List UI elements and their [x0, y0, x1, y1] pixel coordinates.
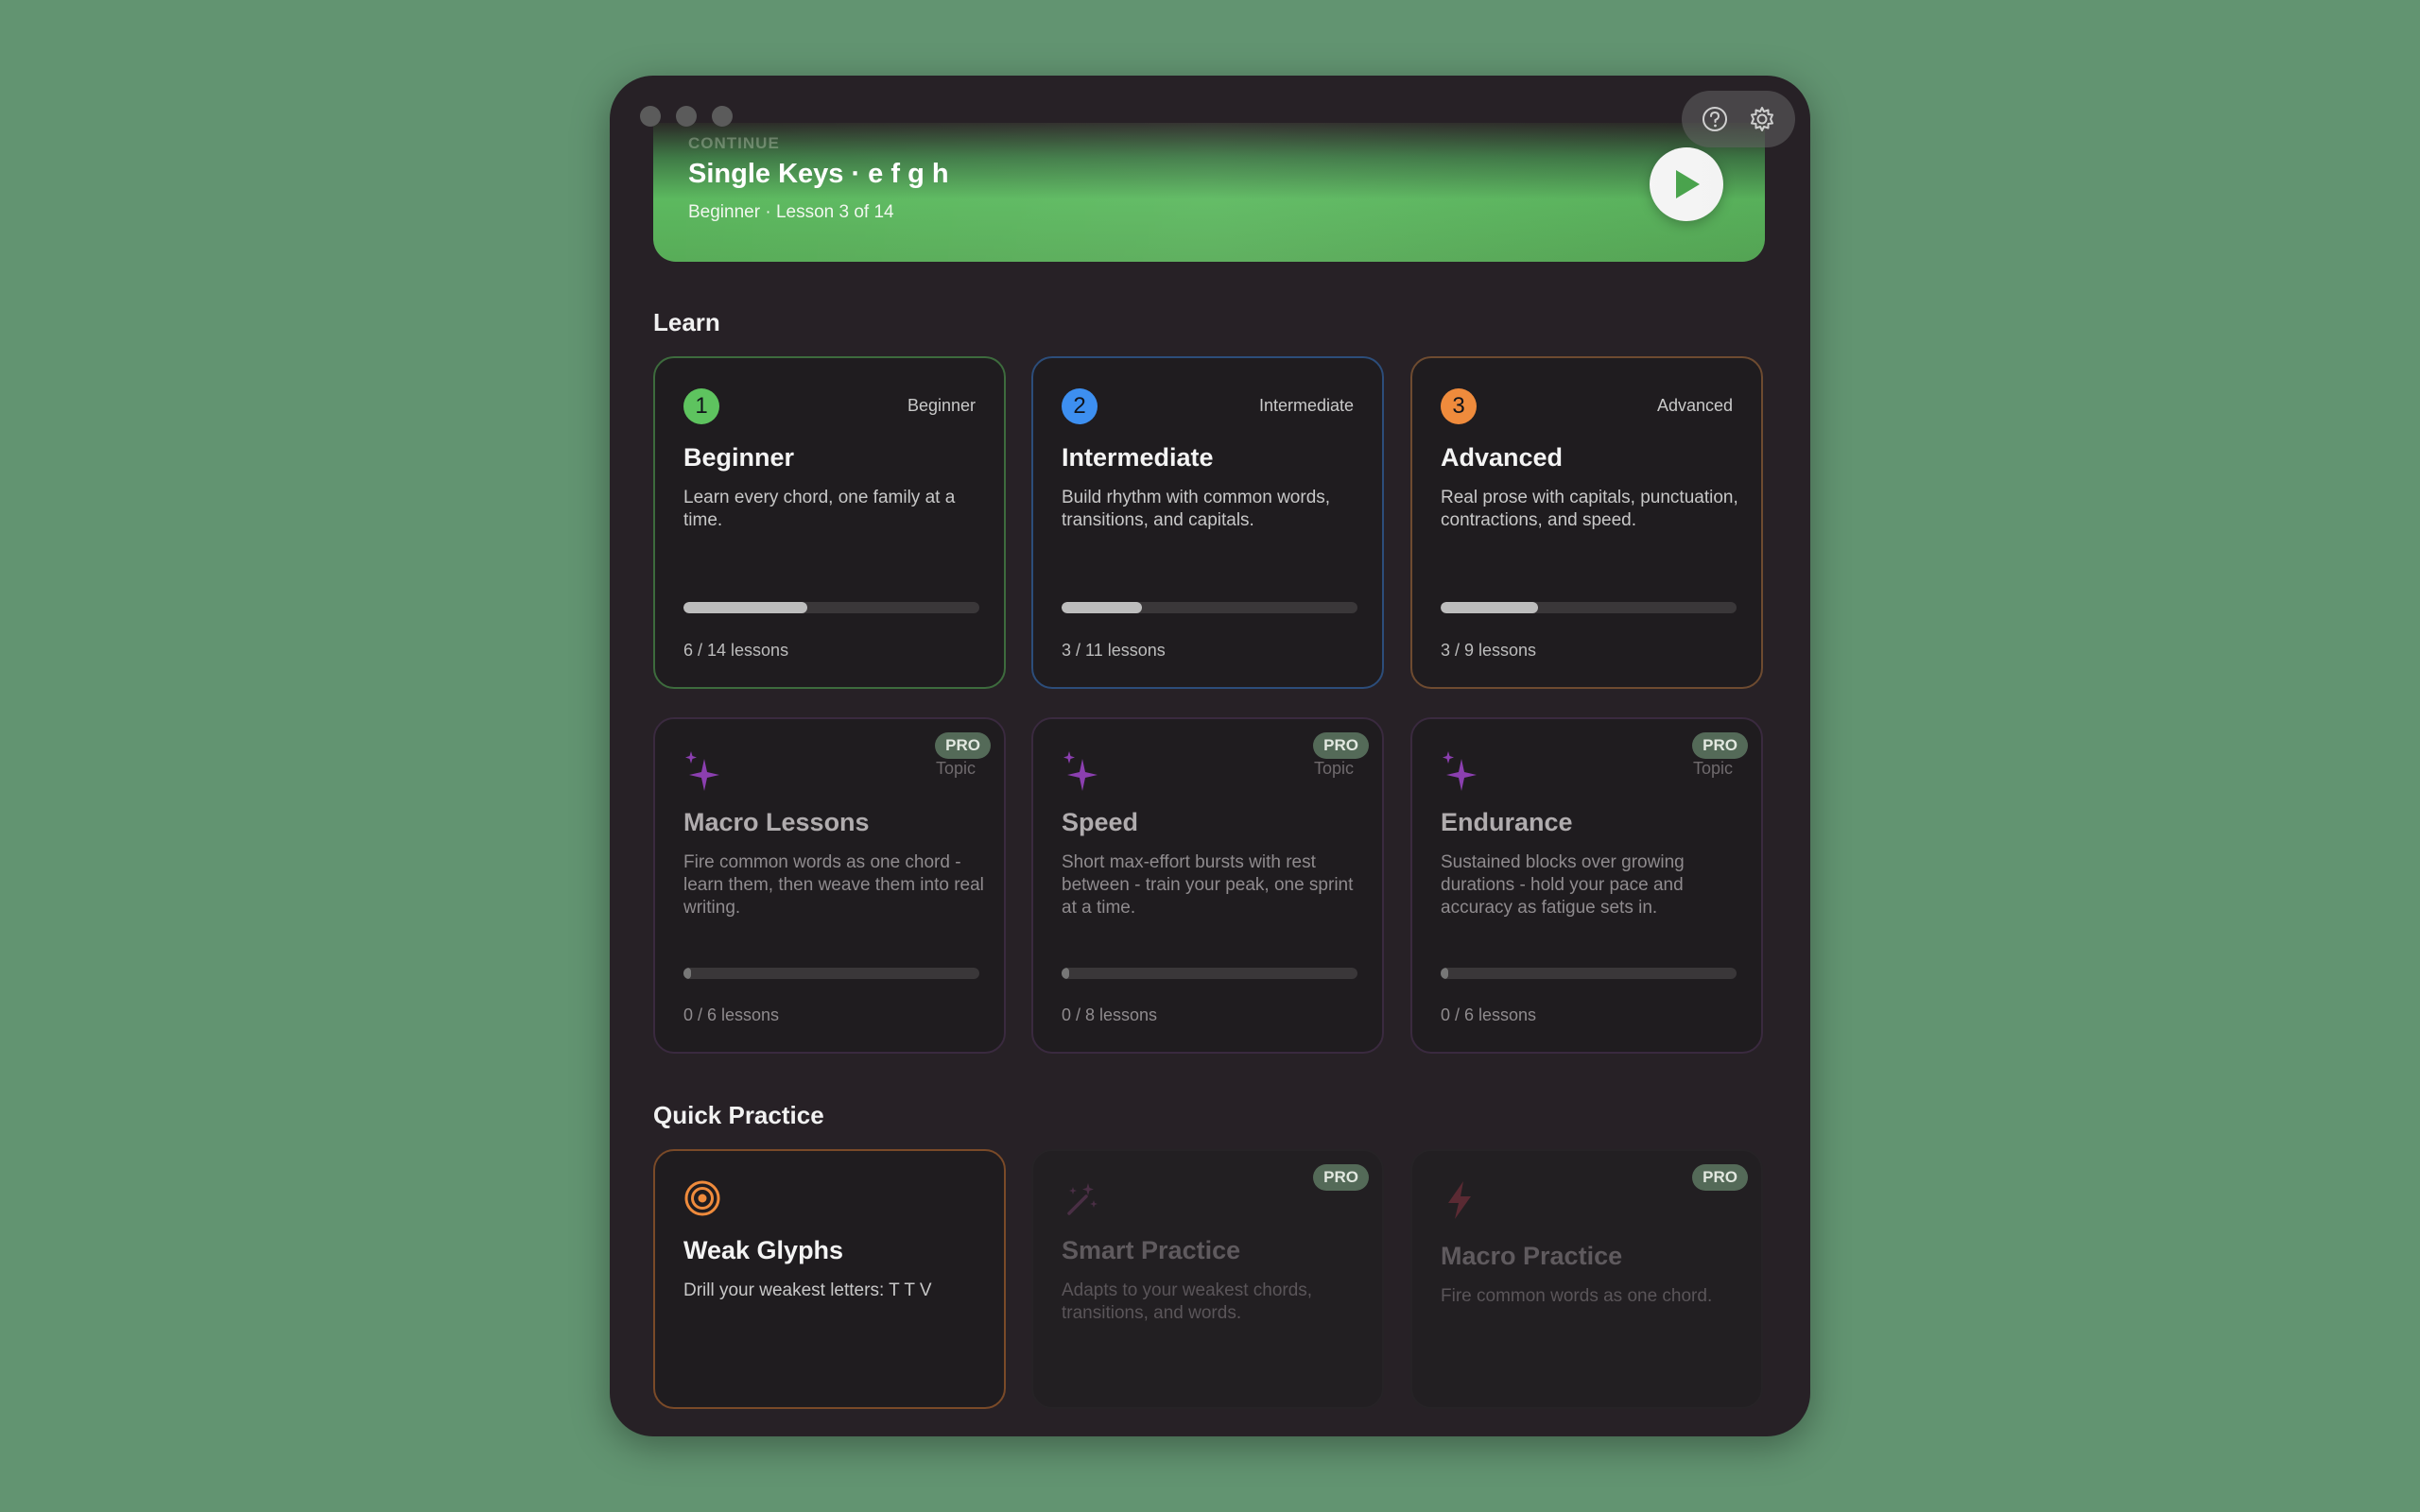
quick-practice-heading: Quick Practice	[653, 1101, 824, 1129]
continue-banner[interactable]: CONTINUE Single Keys · e f g h Beginner …	[653, 123, 1765, 262]
topic-tag: Topic	[1313, 759, 1354, 778]
sparkle-icon	[1441, 749, 1478, 791]
lesson-count: 0 / 6 lessons	[1441, 1005, 1537, 1024]
play-button[interactable]	[1650, 147, 1723, 221]
progress-bar	[1062, 968, 1357, 979]
level-tag: Intermediate	[1258, 396, 1354, 415]
zoom-window-button[interactable]	[712, 106, 733, 127]
quick-practice-smart-practice[interactable]: PRO Smart Practice Adapts to your weakest …	[1031, 1149, 1384, 1409]
progress-fill	[1062, 968, 1069, 979]
continue-kicker: CONTINUE	[688, 134, 780, 152]
progress-bar	[1441, 602, 1737, 613]
level-number-badge: 1	[683, 388, 719, 424]
progress-bar	[1441, 968, 1737, 979]
lesson-count: 0 / 8 lessons	[1062, 1005, 1158, 1024]
topic-card-macro-lessons[interactable]: Topic PRO Macro Lessons Fire common words a…	[653, 717, 1006, 1054]
minimize-window-button[interactable]	[676, 106, 697, 127]
lesson-count: 0 / 6 lessons	[683, 1005, 780, 1024]
quick-practice-description: Drill your weakest letters: T T V	[683, 1280, 932, 1300]
level-tag: Advanced	[1656, 396, 1733, 415]
gear-icon[interactable]	[1748, 105, 1776, 133]
topic-tag: Topic	[935, 759, 976, 778]
toolbar-pill	[1682, 91, 1795, 147]
pro-badge: PRO	[1692, 732, 1748, 759]
level-number-badge: 2	[1062, 388, 1098, 424]
quick-practice-title: Macro Practice	[1441, 1242, 1623, 1270]
lesson-count: 3 / 9 lessons	[1441, 641, 1537, 660]
lightning-icon	[1441, 1179, 1478, 1226]
level-title: Advanced	[1441, 443, 1564, 472]
pro-badge: PRO	[1692, 1164, 1748, 1191]
pro-badge: PRO	[1313, 732, 1369, 759]
sparkle-icon	[1062, 749, 1099, 791]
quick-practice-weak-glyphs[interactable]: Weak Glyphs Drill your weakest letters: T…	[653, 1149, 1006, 1409]
level-number-badge: 3	[1441, 388, 1477, 424]
app-window: CONTINUE Single Keys · e f g h Beginner …	[610, 76, 1810, 1436]
window-controls	[640, 106, 733, 127]
quick-practice-macro-practice[interactable]: PRO Macro Practice Fire common words as on…	[1410, 1149, 1763, 1409]
progress-fill	[1441, 968, 1448, 979]
question-circle-icon[interactable]	[1701, 105, 1729, 133]
level-card-advanced[interactable]: 3 Advanced Advanced Real prose with capital…	[1410, 356, 1763, 689]
lesson-count: 3 / 11 lessons	[1062, 641, 1166, 660]
level-description: Learn every chord, one family at a time.	[683, 488, 956, 530]
topic-title: Macro Lessons	[683, 808, 870, 836]
topic-card-speed[interactable]: Topic PRO Speed Short max-effort bursts wit…	[1031, 717, 1384, 1054]
pro-badge: PRO	[935, 732, 991, 759]
level-title: Beginner	[683, 443, 795, 472]
topic-description: Fire common words as one chord - learn t…	[683, 852, 984, 918]
level-tag: Beginner	[907, 396, 976, 415]
progress-fill	[683, 968, 691, 979]
progress-fill	[1062, 602, 1142, 613]
progress-bar	[683, 968, 979, 979]
topic-description: Sustained blocks over growing durations …	[1441, 852, 1685, 918]
topic-title: Speed	[1062, 808, 1139, 836]
level-description: Build rhythm with common words, transiti…	[1062, 488, 1331, 530]
level-description: Real prose with capitals, punctuation, c…	[1441, 488, 1738, 530]
progress-bar	[1062, 602, 1357, 613]
level-card-beginner[interactable]: 1 Beginner Beginner Learn every chord, one …	[653, 356, 1006, 689]
continue-lesson-subtitle: Beginner · Lesson 3 of 14	[688, 202, 894, 222]
magic-wand-icon	[1062, 1179, 1099, 1222]
pro-badge: PRO	[1313, 1164, 1369, 1191]
progress-bar	[683, 602, 979, 613]
quick-practice-description: Fire common words as one chord.	[1441, 1286, 1713, 1306]
level-card-intermediate[interactable]: 2 Intermediate Intermediate Build rhythm wi…	[1031, 356, 1384, 689]
play-icon	[1676, 170, 1700, 198]
learn-heading: Learn	[653, 308, 720, 336]
close-window-button[interactable]	[640, 106, 661, 127]
topic-tag: Topic	[1692, 759, 1733, 778]
topic-description: Short max-effort bursts with rest betwee…	[1062, 852, 1354, 918]
continue-lesson-title: Single Keys · e f g h	[688, 159, 949, 189]
progress-fill	[1441, 602, 1539, 613]
quick-practice-description: Adapts to your weakest chords, transitio…	[1062, 1280, 1313, 1323]
lesson-count: 6 / 14 lessons	[683, 641, 789, 660]
level-title: Intermediate	[1062, 443, 1214, 472]
sparkle-icon	[683, 749, 721, 791]
quick-practice-title: Weak Glyphs	[683, 1236, 844, 1264]
topic-card-endurance[interactable]: Topic PRO Endurance Sustained blocks over g…	[1410, 717, 1763, 1054]
target-icon	[683, 1179, 721, 1222]
topic-title: Endurance	[1441, 808, 1573, 836]
progress-fill	[683, 602, 808, 613]
quick-practice-title: Smart Practice	[1062, 1236, 1241, 1264]
